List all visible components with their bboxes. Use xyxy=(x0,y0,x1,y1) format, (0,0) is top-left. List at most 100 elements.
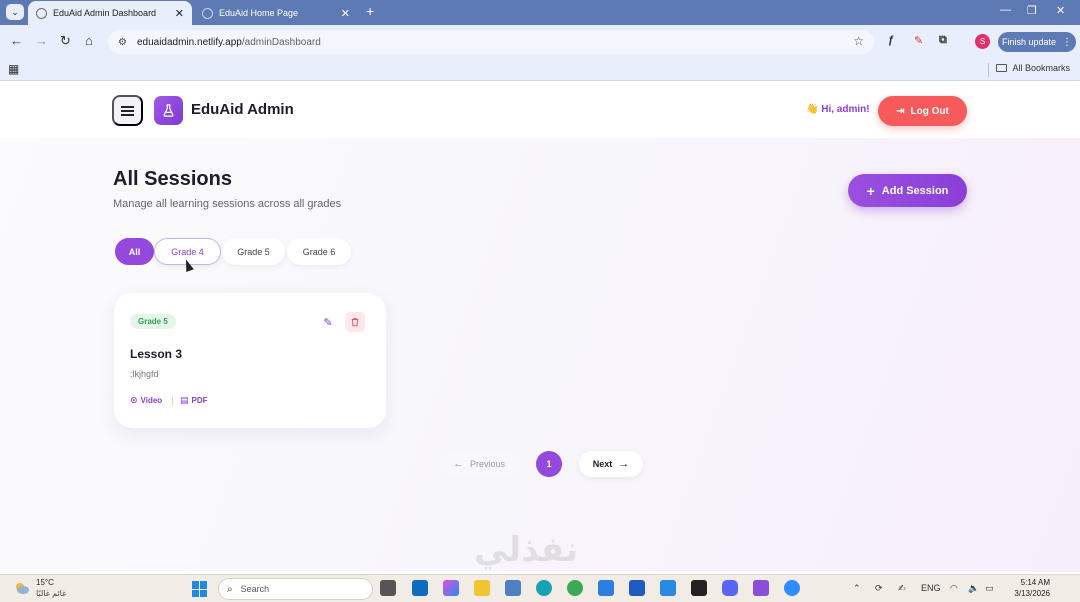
weather-temperature: 15°C xyxy=(36,578,54,587)
restore-icon[interactable]: ❐ xyxy=(1027,4,1037,17)
menu-toggle-button[interactable] xyxy=(112,95,143,126)
edit-pencil-icon[interactable]: ✎ xyxy=(319,313,337,331)
app-copilot-icon[interactable] xyxy=(443,580,459,596)
close-tab-icon[interactable]: ✕ xyxy=(341,7,350,20)
app-notepad-icon[interactable] xyxy=(691,580,707,596)
new-tab-icon[interactable]: + xyxy=(366,3,374,19)
video-link[interactable]: ⊙ Video xyxy=(130,395,162,406)
profile-avatar[interactable]: S xyxy=(975,34,990,49)
apps-grid-icon[interactable]: ▦ xyxy=(8,62,19,76)
hamburger-icon xyxy=(121,109,134,112)
site-settings-icon[interactable]: ⚙ xyxy=(118,37,127,48)
page-content: EduAid Admin 👋 Hi, admin! ⇥ Log Out All … xyxy=(0,82,1080,572)
logout-button[interactable]: ⇥ Log Out xyxy=(878,96,967,126)
reload-icon[interactable]: ↻ xyxy=(60,33,71,49)
app-explorer-icon[interactable] xyxy=(474,580,490,596)
bookmarks-bar: ▦ All Bookmarks xyxy=(0,59,1080,81)
session-title: Lesson 3 xyxy=(130,347,183,361)
logout-icon: ⇥ xyxy=(896,105,905,117)
app-header: EduAid Admin 👋 Hi, admin! ⇥ Log Out xyxy=(0,82,1080,138)
app-word-icon[interactable] xyxy=(629,580,645,596)
search-icon: ⌕ xyxy=(227,583,233,595)
back-icon[interactable]: ← xyxy=(10,33,23,48)
folder-icon xyxy=(996,64,1008,72)
session-description: ;lkjhgfd xyxy=(130,369,159,379)
grade-badge: Grade 5 xyxy=(130,314,176,329)
url-host: eduaidadmin.netlify.app xyxy=(136,36,242,48)
tab-home-page[interactable]: EduAid Home Page ✕ xyxy=(194,1,358,25)
tray-sync-icon[interactable]: ⟳ xyxy=(875,583,883,594)
tab-search-icon[interactable]: ⌄ xyxy=(6,4,24,20)
pdf-label: PDF xyxy=(191,396,208,405)
previous-page-button[interactable]: ← Previous xyxy=(438,451,520,477)
finish-update-button[interactable]: Finish update ⋮ xyxy=(998,32,1076,52)
battery-icon[interactable]: ▭ xyxy=(985,583,994,594)
globe-icon xyxy=(202,7,213,19)
tray-chevron-up-icon[interactable]: ⌃ xyxy=(853,583,861,594)
close-window-icon[interactable]: ✕ xyxy=(1056,4,1065,17)
tab-admin-dashboard[interactable]: EduAid Admin Dashboard ✕ xyxy=(28,1,192,25)
brand-name: EduAid Admin xyxy=(191,101,294,118)
extension-fx-icon[interactable]: ƒ xyxy=(888,34,894,46)
page-title: All Sessions xyxy=(113,168,232,190)
url-path: /adminDashboard xyxy=(241,36,321,48)
app-k-icon[interactable] xyxy=(536,580,552,596)
taskbar-search-label: Search xyxy=(240,584,270,594)
home-icon[interactable]: ⌂ xyxy=(85,33,93,48)
next-label: Next xyxy=(592,459,613,469)
previous-label: Previous xyxy=(469,459,505,469)
minimize-icon[interactable]: — xyxy=(1000,4,1011,16)
clock-date[interactable]: 3/13/2026 xyxy=(1014,589,1050,598)
document-icon: ▤ xyxy=(180,395,189,405)
weather-cloud-icon[interactable] xyxy=(14,581,30,595)
volume-icon[interactable]: 🔈 xyxy=(968,583,979,594)
clock-time[interactable]: 5:14 AM xyxy=(1021,578,1050,587)
flask-logo-icon xyxy=(154,96,183,125)
taskbar: 15°C غائم غالبًا ⌕ Search ⌃ ⟳ ✍ ENG ◠ 🔈 … xyxy=(0,574,1080,602)
page-subtitle: Manage all learning sessions across all … xyxy=(113,198,342,210)
wifi-icon[interactable]: ◠ xyxy=(950,583,958,594)
app-store-icon[interactable] xyxy=(505,580,521,596)
more-options-icon: ⋮ xyxy=(1062,36,1073,48)
app-chrome-icon[interactable] xyxy=(567,580,583,596)
delete-trash-icon[interactable] xyxy=(345,312,365,332)
filter-grade-6[interactable]: Grade 6 xyxy=(287,238,351,265)
filter-all[interactable]: All xyxy=(115,238,154,265)
app-calendar-icon[interactable] xyxy=(598,580,614,596)
extensions-puzzle-icon[interactable]: ⧉ xyxy=(939,34,947,47)
close-tab-icon[interactable]: ✕ xyxy=(175,7,184,20)
weather-condition: غائم غالبًا xyxy=(36,589,67,598)
taskbar-search[interactable]: ⌕ Search xyxy=(218,578,373,600)
globe-icon xyxy=(36,7,47,19)
windows-start-icon[interactable] xyxy=(192,581,208,597)
page-number-button[interactable]: 1 xyxy=(536,451,562,477)
all-bookmarks-label: All Bookmarks xyxy=(1012,63,1070,73)
resource-divider xyxy=(172,395,173,406)
finish-update-label: Finish update xyxy=(1001,37,1057,47)
app-discord-icon[interactable] xyxy=(722,580,738,596)
pdf-link[interactable]: ▤ PDF xyxy=(180,395,208,406)
arrow-right-icon: → xyxy=(618,458,630,470)
session-card: Grade 5 ✎ Lesson 3 ;lkjhgfd ⊙ Video ▤ PD… xyxy=(114,293,386,428)
browser-toolbar: ← → ↻ ⌂ ⚙ eduaidadmin.netlify.app/adminD… xyxy=(0,25,1080,59)
video-label: Video xyxy=(140,396,163,405)
extension-pen-icon[interactable]: ✎ xyxy=(914,34,923,47)
next-page-button[interactable]: Next → xyxy=(579,451,643,477)
admin-greeting: 👋 Hi, admin! xyxy=(806,104,870,115)
tray-pen-icon[interactable]: ✍ xyxy=(898,583,906,594)
arrow-left-icon: ← xyxy=(452,458,464,470)
play-circle-icon: ⊙ xyxy=(130,395,138,405)
address-bar[interactable]: ⚙ eduaidadmin.netlify.app/adminDashboard… xyxy=(108,30,874,54)
all-bookmarks-button[interactable]: All Bookmarks xyxy=(996,63,1070,73)
language-indicator[interactable]: ENG xyxy=(921,583,941,593)
tab-title: EduAid Admin Dashboard xyxy=(53,8,157,18)
filter-grade-5[interactable]: Grade 5 xyxy=(222,238,285,265)
bookmark-star-icon[interactable]: ☆ xyxy=(853,34,864,48)
app-zoom-icon[interactable] xyxy=(784,580,800,596)
app-outlook-icon[interactable] xyxy=(412,580,428,596)
forward-icon[interactable]: → xyxy=(35,33,48,48)
app-files-icon[interactable] xyxy=(380,580,396,596)
add-session-button[interactable]: + Add Session xyxy=(848,174,967,207)
app-visual-studio-icon[interactable] xyxy=(753,580,769,596)
app-vscode-icon[interactable] xyxy=(660,580,676,596)
